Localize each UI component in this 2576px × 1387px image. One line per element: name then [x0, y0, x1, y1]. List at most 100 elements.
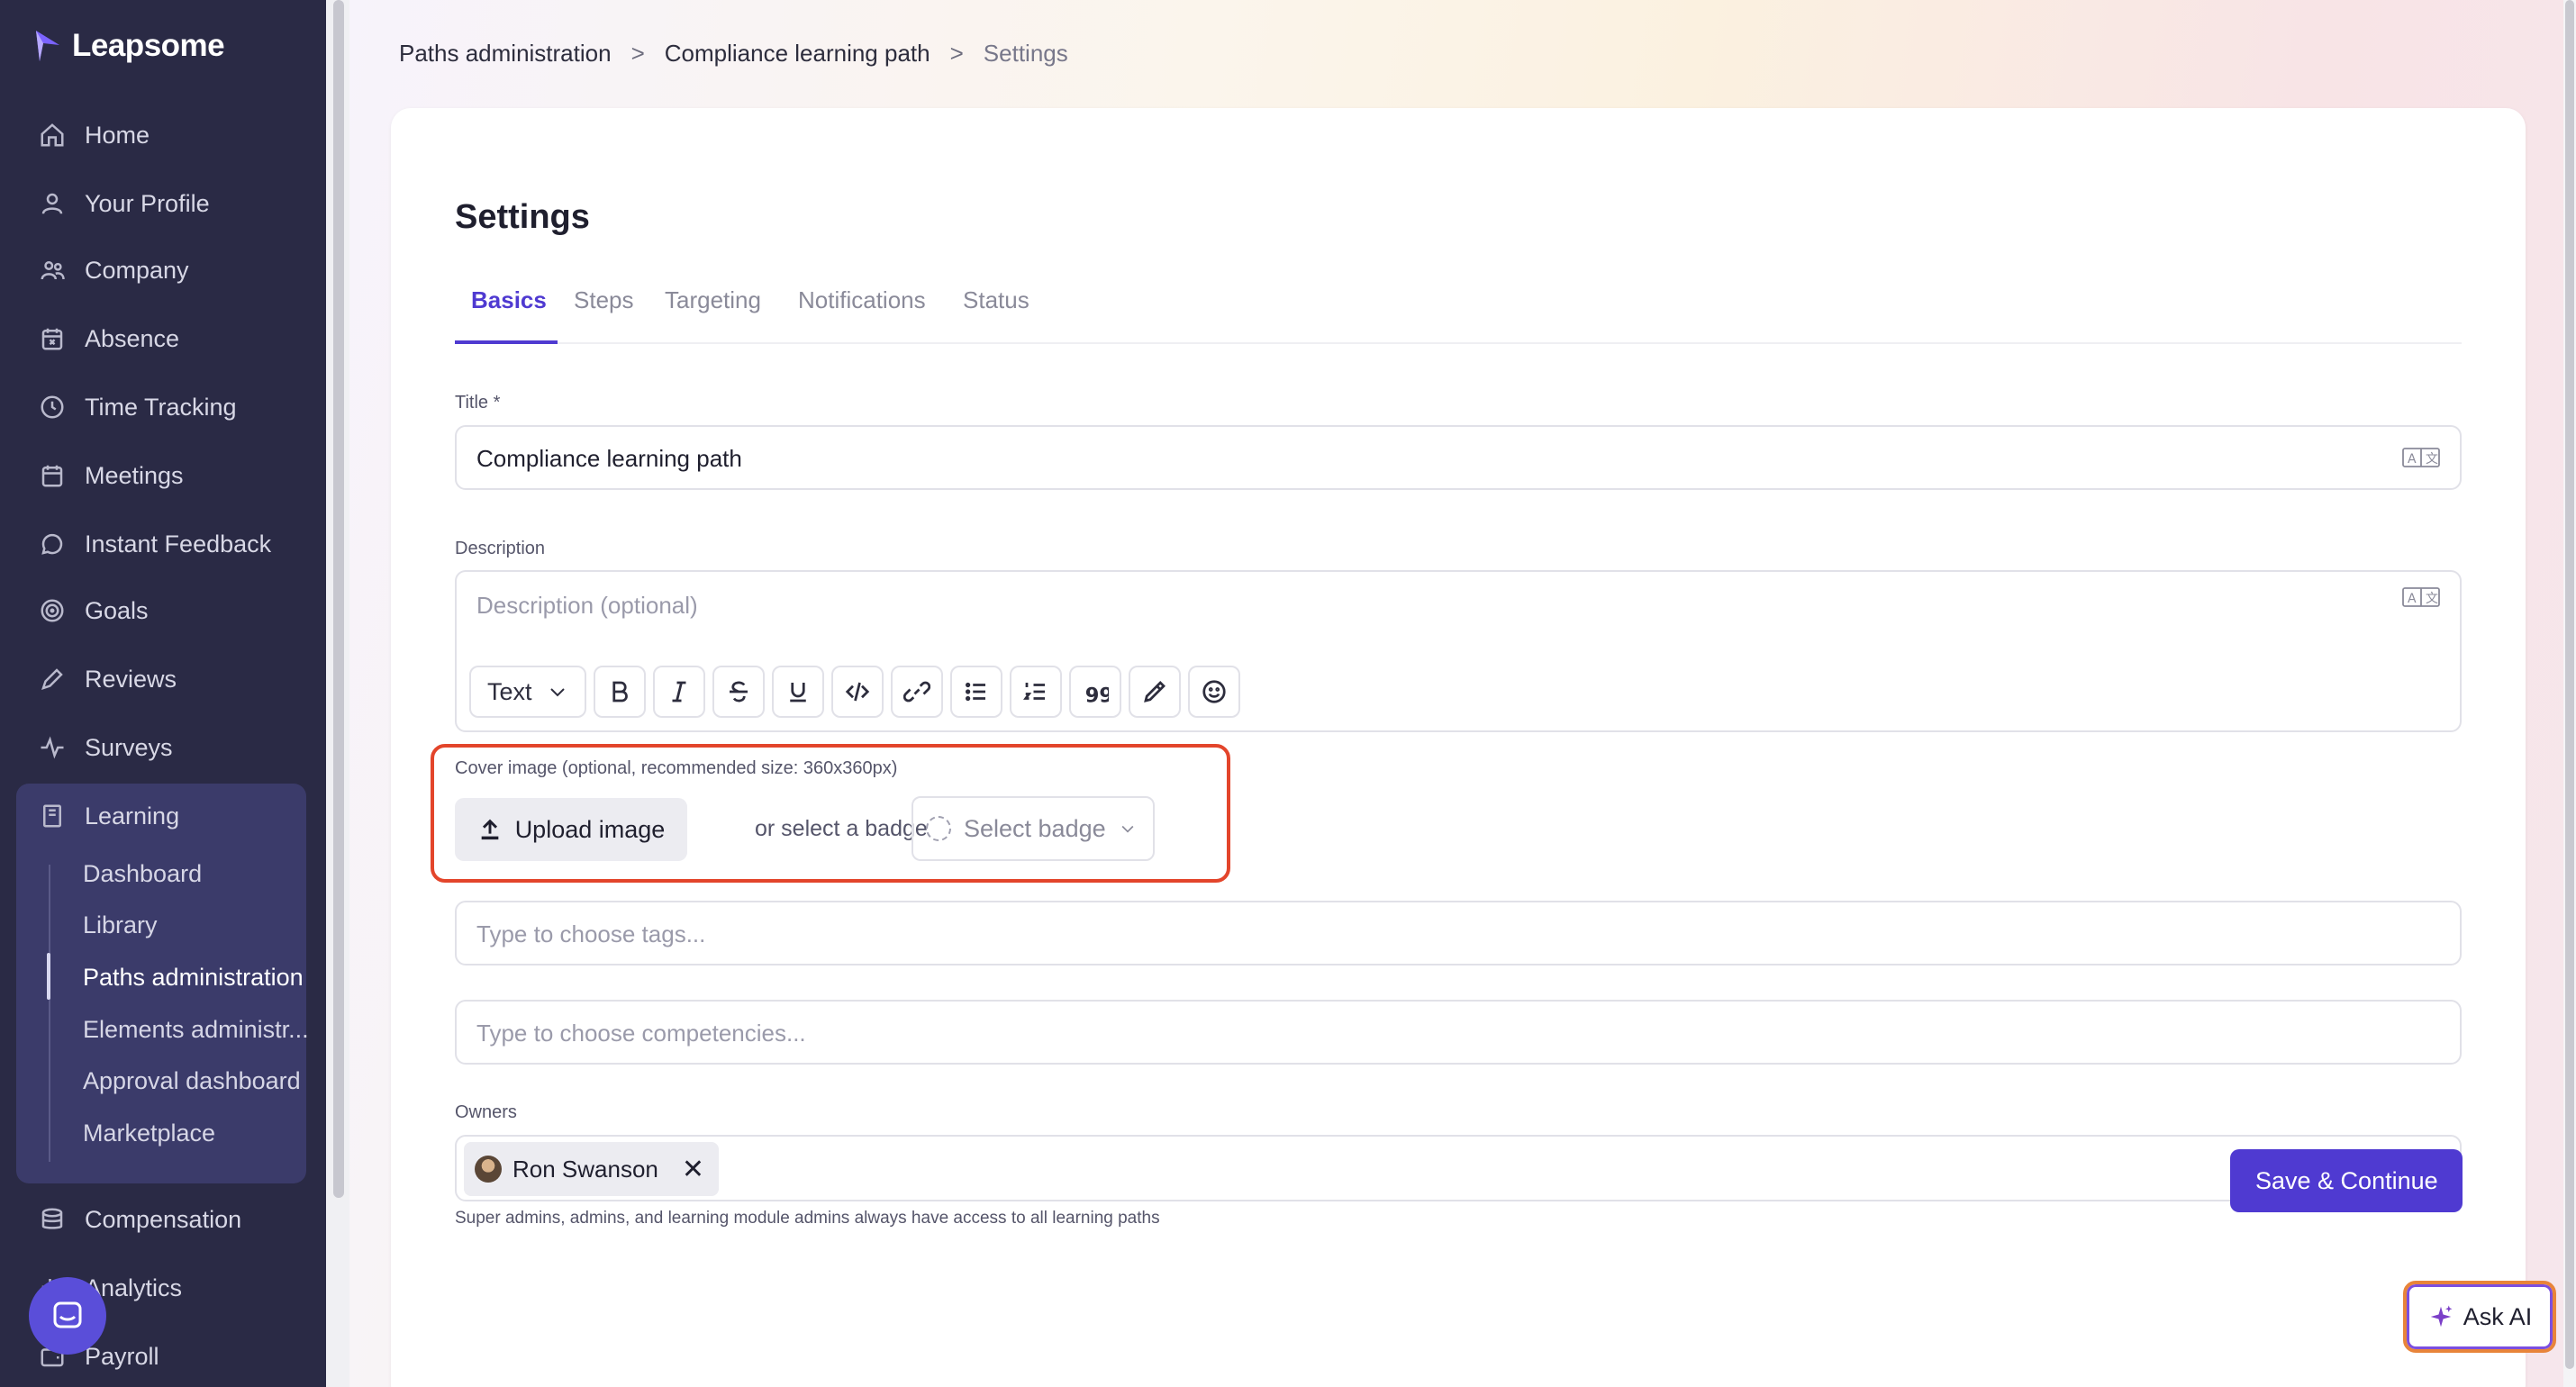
translate-icon[interactable]: A 文: [2402, 585, 2440, 610]
submenu-line: [49, 865, 50, 1162]
support-chat-button[interactable]: [29, 1277, 106, 1355]
title-label: Title *: [455, 393, 501, 412]
quote-button[interactable]: 99: [1069, 666, 1121, 718]
description-label: Description: [455, 539, 546, 558]
underline-button[interactable]: [772, 666, 824, 718]
save-continue-button[interactable]: Save & Continue: [2230, 1149, 2463, 1212]
sidebar-item-instant-feedback[interactable]: Instant Feedback: [38, 517, 271, 571]
bold-button[interactable]: [594, 666, 646, 718]
sidebar-subitem-elements-administration[interactable]: Elements administr...: [83, 1007, 308, 1052]
owners-helper-text: Super admins, admins, and learning modul…: [455, 1209, 1160, 1228]
sidebar-subitem-library[interactable]: Library: [83, 902, 308, 947]
text-style-label: Text: [487, 677, 532, 705]
sidebar-subitem-approval-dashboard[interactable]: Approval dashboard: [83, 1058, 308, 1103]
underline-icon: [790, 683, 806, 703]
title-value: Compliance learning path: [476, 445, 742, 472]
sidebar-subitem-dashboard[interactable]: Dashboard: [83, 851, 308, 896]
sidebar-item-absence[interactable]: Absence: [38, 312, 179, 366]
chat-icon: [53, 1301, 82, 1328]
ask-ai-button[interactable]: Ask AI: [2403, 1281, 2556, 1353]
code-button[interactable]: [831, 666, 884, 718]
emoji-button[interactable]: [1188, 666, 1240, 718]
translate-icon[interactable]: A 文: [2402, 445, 2440, 470]
bullet-list-icon: [966, 682, 985, 702]
owners-select[interactable]: Ron Swanson ✕: [455, 1135, 2462, 1201]
editor-toolbar: Text 99: [469, 666, 1240, 718]
svg-text:99: 99: [1085, 684, 1109, 705]
pulse-icon: [38, 733, 67, 762]
sidebar-item-company[interactable]: Company: [38, 243, 189, 297]
sidebar-item-compensation[interactable]: Compensation: [38, 1192, 241, 1246]
coins-icon: [38, 1205, 67, 1234]
description-placeholder: Description (optional): [476, 592, 698, 619]
svg-text:A: A: [2408, 452, 2417, 467]
sidebar-item-label: Reviews: [85, 665, 177, 693]
tab-basics[interactable]: Basics: [455, 286, 558, 344]
sidebar-item-time-tracking[interactable]: Time Tracking: [38, 380, 237, 434]
sidebar-scroll-thumb[interactable]: [333, 0, 344, 1198]
clock-icon: [38, 393, 67, 422]
sidebar-item-surveys[interactable]: Surveys: [38, 721, 173, 775]
sidebar-item-home[interactable]: Home: [38, 108, 150, 162]
sidebar-subitem-paths-administration[interactable]: Paths administration: [83, 955, 308, 1000]
chevron-down-icon: [1121, 825, 1134, 833]
tab-status[interactable]: Status: [963, 286, 1029, 344]
sidebar-subitem-marketplace[interactable]: Marketplace: [83, 1111, 308, 1156]
link-button[interactable]: [891, 666, 943, 718]
avatar: [475, 1156, 502, 1183]
or-select-badge-text: or select a badge: [755, 816, 928, 841]
tab-notifications[interactable]: Notifications: [798, 286, 926, 344]
italic-icon: [672, 681, 686, 703]
breadcrumb-compliance-learning-path[interactable]: Compliance learning path: [665, 40, 930, 68]
tab-steps[interactable]: Steps: [574, 286, 634, 344]
competencies-input[interactable]: Type to choose competencies...: [455, 1000, 2462, 1065]
bullet-list-button[interactable]: [950, 666, 1002, 718]
numbered-list-icon: [1023, 683, 1045, 700]
tags-placeholder: Type to choose tags...: [476, 920, 706, 947]
sidebar-item-reviews[interactable]: Reviews: [38, 652, 177, 706]
svg-text:文: 文: [2426, 452, 2438, 467]
sidebar-item-meetings[interactable]: Meetings: [38, 449, 184, 503]
emoji-icon: [1202, 680, 1226, 703]
breadcrumb-separator: >: [630, 40, 645, 67]
sidebar-item-label: Your Profile: [85, 189, 210, 217]
highlighter-icon: [1144, 681, 1166, 703]
sidebar-item-your-profile[interactable]: Your Profile: [38, 177, 210, 231]
chevron-down-icon: [550, 688, 565, 697]
brand-name: Leapsome: [72, 28, 225, 63]
sidebar-item-learning[interactable]: Learning: [38, 789, 179, 843]
cover-image-label: Cover image (optional, recommended size:…: [455, 758, 898, 778]
link-icon: [903, 681, 930, 703]
italic-button[interactable]: [653, 666, 705, 718]
settings-tabs: Basics Steps Targeting Notifications Sta…: [455, 286, 2462, 344]
highlight-button[interactable]: [1129, 666, 1181, 718]
tab-targeting[interactable]: Targeting: [665, 286, 761, 344]
brand-logo[interactable]: Leapsome: [32, 27, 225, 65]
upload-icon: [481, 819, 499, 840]
title-field[interactable]: Compliance learning path A 文: [455, 425, 2462, 490]
page-scroll-thumb[interactable]: [2565, 0, 2574, 1369]
strikethrough-button[interactable]: [712, 666, 765, 718]
sidebar-item-label: Payroll: [85, 1342, 159, 1370]
sidebar-item-label: Time Tracking: [85, 393, 237, 421]
breadcrumb-paths-administration[interactable]: Paths administration: [399, 40, 612, 68]
sidebar-item-label: Home: [85, 121, 150, 149]
select-badge-dropdown[interactable]: Select badge: [912, 796, 1155, 861]
user-icon: [38, 189, 67, 218]
svg-text:A: A: [2408, 592, 2417, 606]
remove-owner-icon[interactable]: ✕: [682, 1154, 704, 1185]
submenu-active-indicator: [47, 953, 50, 1000]
sidebar-item-label: Meetings: [85, 461, 184, 489]
chat-icon: [38, 530, 67, 558]
description-editor[interactable]: Description (optional) A 文 Text 9: [455, 570, 2462, 732]
sidebar-item-goals[interactable]: Goals: [38, 584, 149, 638]
leapsome-logo-icon: [36, 31, 59, 61]
text-style-dropdown[interactable]: Text: [469, 666, 586, 718]
owner-name: Ron Swanson: [512, 1155, 658, 1183]
target-icon: [38, 596, 67, 625]
sidebar: Leapsome Home Your Profile Company Absen…: [0, 0, 326, 1387]
tags-input[interactable]: Type to choose tags...: [455, 901, 2462, 965]
calendar-x-icon: [38, 324, 67, 353]
numbered-list-button[interactable]: [1010, 666, 1062, 718]
upload-image-button[interactable]: Upload image: [455, 798, 687, 861]
